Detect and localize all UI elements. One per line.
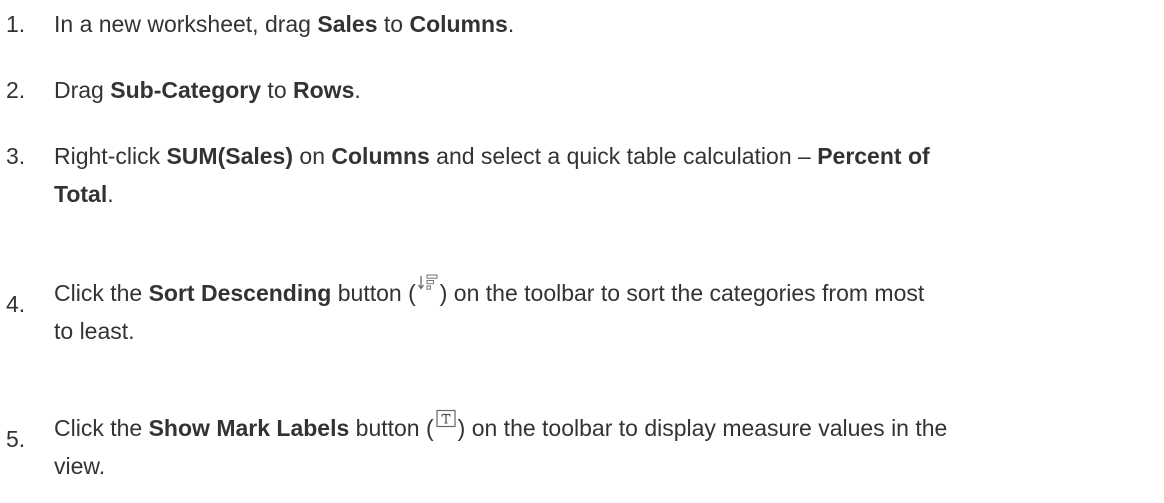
step-text-segment: . [107, 181, 114, 207]
step-number: 5. [6, 426, 26, 452]
step-text: Right-click SUM(Sales) on Columns and se… [54, 137, 1114, 213]
step-text-segment: . [354, 77, 361, 103]
step-text-segment: ) on the toolbar to sort the categories … [439, 280, 925, 306]
step-text: Click the Sort Descending button ( ) on … [54, 273, 1114, 350]
step-text-segment: on [293, 143, 332, 169]
calc-name-total: Total [54, 181, 108, 207]
field-name-sum-sales: SUM(Sales) [166, 143, 294, 169]
step-number: 2. [6, 77, 26, 103]
shelf-name-columns: Columns [409, 11, 508, 37]
step-text: Click the Show Mark Labels button ( ) on… [54, 408, 1114, 485]
step-text-segment: to least. [54, 318, 135, 344]
step-text: In a new worksheet, drag Sales to Column… [54, 5, 1114, 43]
step-text-segment: button ( [331, 280, 416, 306]
calc-name-percent-of: Percent of [817, 143, 930, 169]
step-number: 1. [6, 11, 26, 37]
button-name-sort-descending: Sort Descending [148, 280, 332, 306]
sort-descending-icon-graphic [417, 274, 438, 290]
step-text-segment: button ( [349, 415, 434, 441]
step-text-segment: Click the [54, 415, 149, 441]
shelf-name-rows: Rows [293, 77, 355, 103]
step-text-segment: In a new worksheet, drag [54, 11, 318, 37]
show-mark-labels-icon [435, 408, 457, 430]
field-name-sub-category: Sub-Category [110, 77, 262, 103]
step-text-segment: to [261, 77, 294, 103]
step-text-segment: view. [54, 453, 106, 479]
step-text-segment: ) on the toolbar to display measure valu… [457, 415, 948, 441]
step-text-segment: Right-click [54, 143, 167, 169]
field-name-sales: Sales [317, 11, 378, 37]
show-mark-labels-icon-graphic [436, 409, 456, 428]
step-number: 4. [6, 291, 26, 317]
step-text-segment: Drag [54, 77, 111, 103]
step-text-segment: and select a quick table calculation – [429, 143, 818, 169]
step-number: 3. [6, 143, 26, 169]
step-text: Drag Sub-Category to Rows. [54, 71, 1114, 109]
step-text-segment: . [507, 11, 515, 37]
step-text-segment: to [377, 11, 410, 37]
sort-descending-icon [417, 273, 439, 295]
step-text-segment: Click the [54, 280, 149, 306]
button-name-show-mark-labels: Show Mark Labels [148, 415, 350, 441]
shelf-name-columns: Columns [331, 143, 430, 169]
